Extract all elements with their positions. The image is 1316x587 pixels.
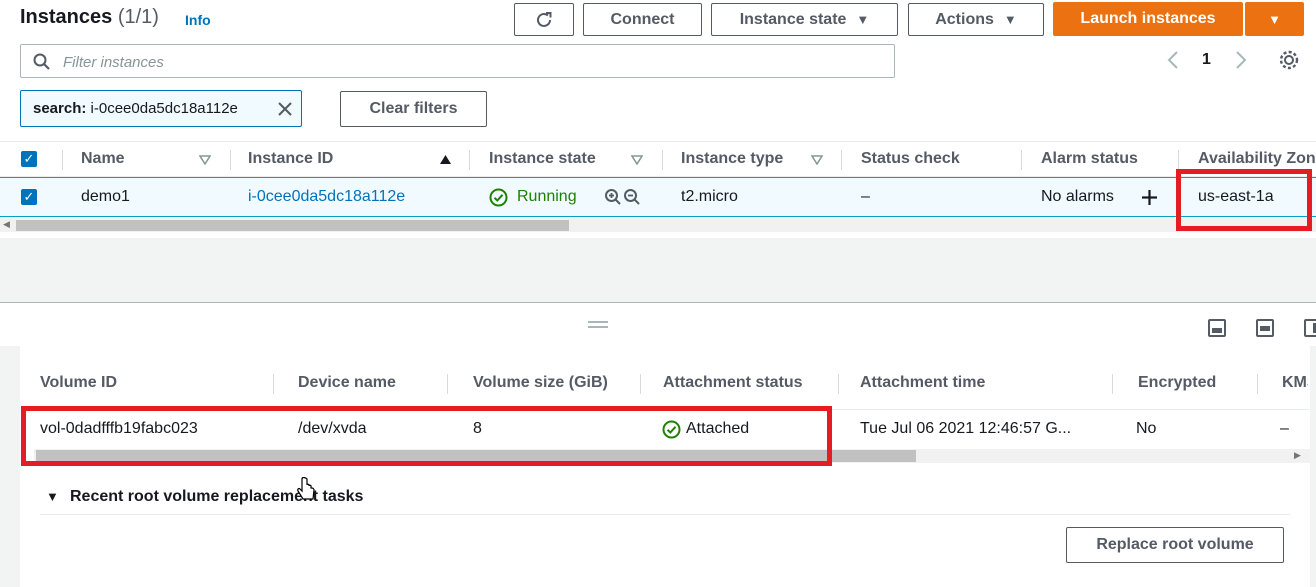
column-volume-size[interactable]: Volume size (GiB)	[473, 374, 608, 392]
clear-filters-label: Clear filters	[369, 100, 458, 117]
volume-id-link[interactable]: vol-0dadfffb19fabc023	[40, 420, 198, 438]
sort-ascending-icon[interactable]	[439, 154, 452, 165]
kms-value: –	[1280, 420, 1289, 437]
filter-input[interactable]	[61, 51, 865, 73]
instance-type-value: t2.micro	[681, 188, 738, 205]
details-panel: Volume ID Device name Volume size (GiB) …	[0, 346, 1316, 587]
column-kms[interactable]: KMS	[1282, 374, 1308, 392]
close-icon[interactable]	[277, 101, 293, 117]
column-status-check[interactable]: Status check	[861, 150, 960, 168]
replace-root-volume-button[interactable]: Replace root volume	[1066, 527, 1284, 563]
instance-id-link[interactable]: i-0cee0da5dc18a112e	[248, 188, 405, 206]
instance-state-button[interactable]: Instance state ▼	[711, 3, 898, 36]
replace-root-volume-label: Replace root volume	[1096, 536, 1254, 553]
volume-size-value: 8	[473, 420, 482, 437]
search-icon	[33, 53, 50, 70]
resize-handle[interactable]	[588, 321, 608, 328]
column-name[interactable]: Name	[81, 150, 125, 168]
filter-token: search: i-0cee0da5dc18a112e	[20, 90, 302, 127]
encrypted-value: No	[1136, 420, 1157, 437]
alarm-status-value: No alarms	[1041, 188, 1114, 205]
attachment-time-value: Tue Jul 06 2021 12:46:57 G...	[860, 420, 1072, 437]
column-availability-zone[interactable]: Availability Zone	[1198, 150, 1316, 168]
availability-zone-value: us-east-1a	[1198, 188, 1274, 205]
page-title: Instances (1/1)	[20, 6, 159, 28]
refresh-button[interactable]	[514, 3, 574, 36]
info-link[interactable]: Info	[185, 12, 211, 28]
device-name-value: /dev/xvda	[298, 420, 367, 437]
caret-down-icon[interactable]: ▼	[46, 489, 59, 504]
plus-icon[interactable]	[1141, 189, 1158, 206]
instance-count: (1/1)	[117, 6, 159, 28]
actions-button[interactable]: Actions ▼	[908, 3, 1044, 36]
next-page-icon[interactable]	[1234, 50, 1248, 70]
check-circle-icon	[662, 420, 681, 439]
filter-instances-search[interactable]	[20, 44, 895, 78]
column-volume-id[interactable]: Volume ID	[40, 374, 117, 392]
table-row[interactable]: ✓ demo1 i-0cee0da5dc18a112e Running t2.m…	[0, 177, 1316, 217]
select-all-checkbox[interactable]: ✓	[21, 151, 37, 167]
scrollbar-thumb[interactable]	[16, 220, 569, 231]
filter-token-label: search:	[33, 100, 87, 117]
instance-state-label: Instance state	[739, 10, 847, 28]
launch-instances-button[interactable]: Launch instances	[1053, 2, 1243, 36]
panel-bottom-icon[interactable]	[1208, 319, 1226, 337]
panel-side-icon[interactable]	[1304, 319, 1316, 337]
previous-page-icon[interactable]	[1166, 50, 1180, 70]
column-attachment-time[interactable]: Attachment time	[860, 374, 985, 392]
filter-token-value: i-0cee0da5dc18a112e	[90, 100, 238, 117]
split-panel-header	[0, 302, 1316, 346]
launch-instances-label: Launch instances	[1080, 10, 1216, 27]
instance-name: demo1	[81, 188, 130, 205]
section-title[interactable]: Recent root volume replacement tasks	[70, 488, 363, 506]
attachment-status-value: Attached	[686, 420, 750, 437]
sort-icon[interactable]	[631, 155, 643, 165]
sort-icon[interactable]	[811, 155, 823, 165]
status-check-value: –	[861, 188, 870, 205]
connect-label: Connect	[610, 10, 675, 28]
refresh-icon	[537, 11, 552, 27]
connect-button[interactable]: Connect	[583, 3, 702, 36]
zoom-in-icon[interactable]	[604, 188, 622, 206]
instances-table-header: ✓ Name Instance ID Instance state Instan…	[0, 141, 1316, 177]
sort-icon[interactable]	[199, 155, 211, 165]
instance-state-value: Running	[517, 188, 577, 205]
column-device-name[interactable]: Device name	[298, 374, 396, 392]
caret-down-icon: ▼	[856, 12, 870, 27]
launch-dropdown-button[interactable]: ▼	[1245, 2, 1304, 36]
hand-cursor-icon	[297, 477, 315, 500]
caret-down-icon: ▼	[1003, 12, 1017, 27]
check-circle-icon	[489, 188, 508, 207]
page-number[interactable]: 1	[1202, 51, 1211, 69]
actions-label: Actions	[935, 10, 994, 28]
caret-down-icon: ▼	[1268, 11, 1281, 27]
column-attachment-status[interactable]: Attachment status	[663, 374, 803, 392]
gear-icon[interactable]	[1278, 49, 1300, 71]
instances-panel: Instances (1/1) Info Connect Instance st…	[0, 0, 1316, 238]
scrollbar-thumb[interactable]	[36, 450, 916, 462]
storage-details: Volume ID Device name Volume size (GiB) …	[20, 346, 1310, 587]
clear-filters-button[interactable]: Clear filters	[340, 91, 487, 127]
column-instance-id[interactable]: Instance ID	[248, 150, 333, 168]
scroll-left-icon[interactable]: ◀	[3, 219, 10, 230]
column-encrypted[interactable]: Encrypted	[1138, 374, 1216, 392]
column-alarm-status[interactable]: Alarm status	[1041, 150, 1138, 168]
panel-middle-icon[interactable]	[1256, 319, 1274, 337]
column-instance-type[interactable]: Instance type	[681, 150, 783, 168]
zoom-out-icon[interactable]	[623, 188, 641, 206]
scroll-right-icon[interactable]: ▶	[1294, 450, 1301, 461]
column-instance-state[interactable]: Instance state	[489, 150, 596, 168]
row-checkbox[interactable]: ✓	[21, 189, 37, 205]
